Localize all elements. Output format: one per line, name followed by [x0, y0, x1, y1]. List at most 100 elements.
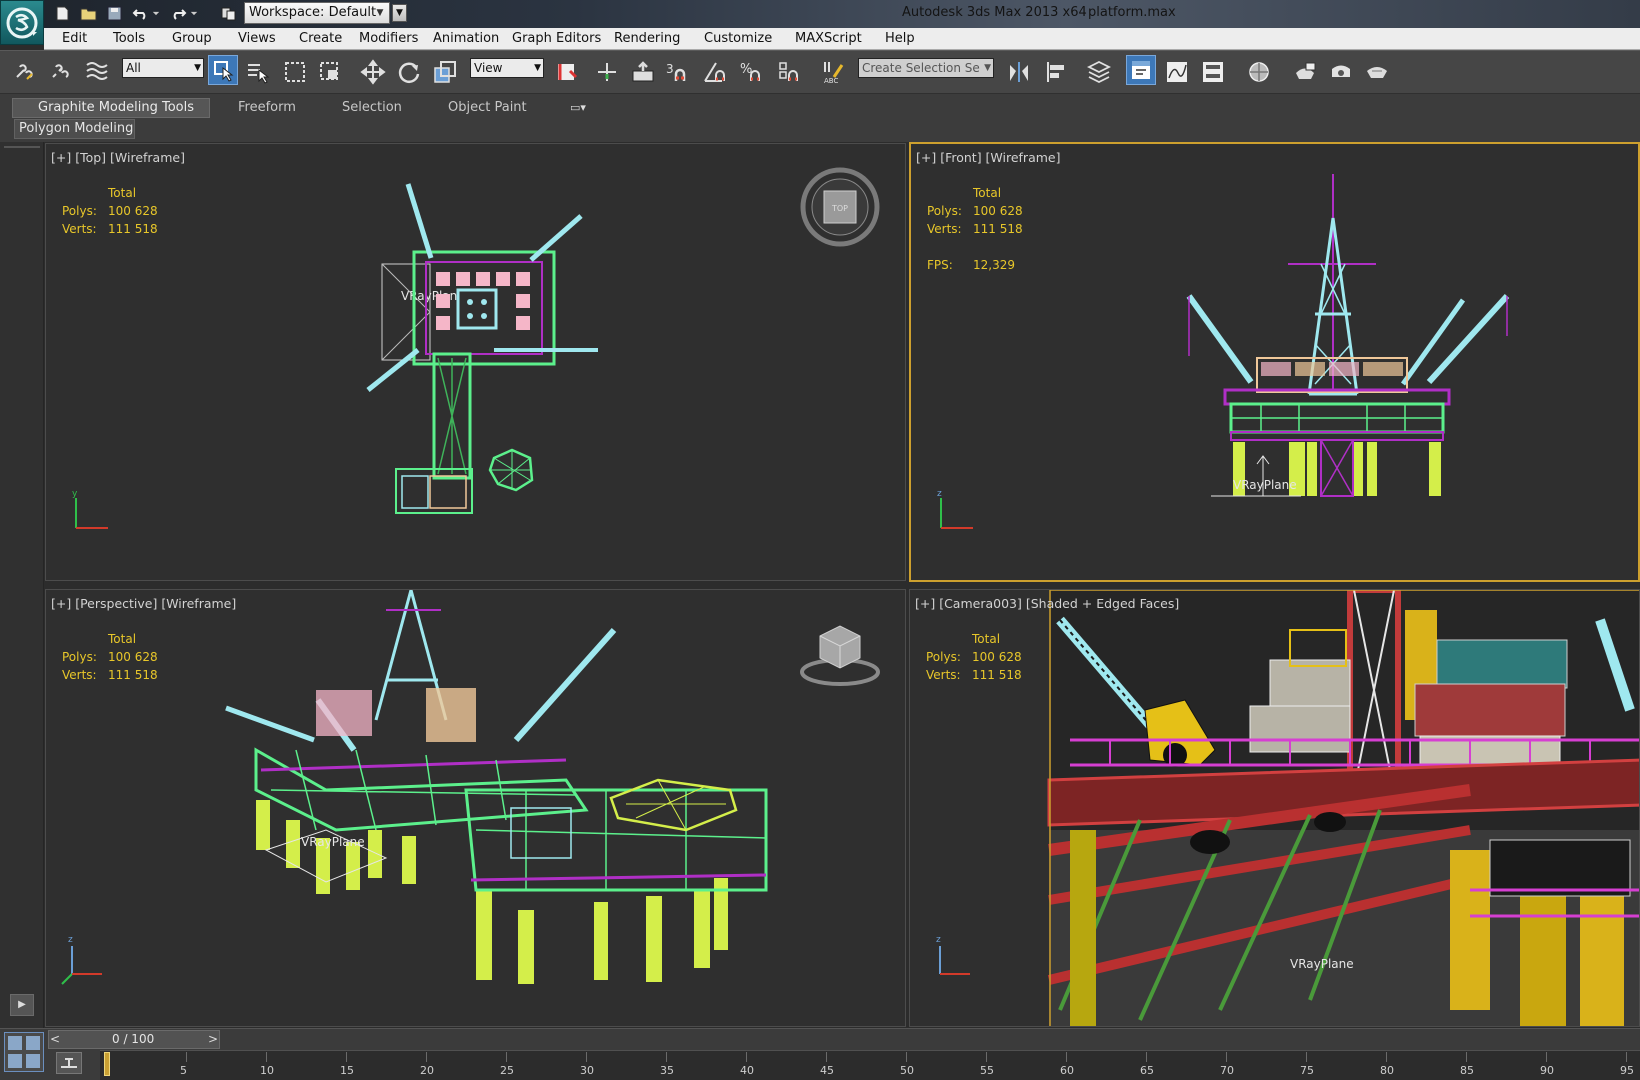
timeline-tick-line: [826, 1052, 827, 1062]
vrayplane-label: VRayPlane: [401, 289, 465, 303]
axis-tripod: z: [61, 935, 102, 985]
tab-selection[interactable]: Selection: [342, 100, 402, 115]
workspace-label: Workspace: Default: [249, 5, 377, 20]
spinner-snap-icon[interactable]: [774, 57, 804, 87]
tab-object-paint[interactable]: Object Paint: [448, 100, 527, 115]
angle-snap-icon[interactable]: [700, 57, 730, 87]
menu-maxscript[interactable]: MAXScript: [795, 31, 862, 46]
timeline-track[interactable]: [100, 1050, 1640, 1080]
render-icon[interactable]: [1362, 57, 1392, 87]
select-object-icon[interactable]: [208, 55, 238, 85]
new-scene-icon[interactable]: [52, 3, 72, 23]
next-frame-button[interactable]: >: [206, 1032, 220, 1047]
viewport-layout-button[interactable]: [4, 1032, 44, 1072]
timeline-tick-line: [266, 1052, 267, 1062]
undo-dropdown-icon[interactable]: [150, 3, 162, 23]
select-and-link-icon[interactable]: [10, 57, 40, 87]
undo-icon[interactable]: [130, 3, 150, 23]
menu-rendering[interactable]: Rendering: [614, 31, 680, 46]
timeline-tick-label: 55: [980, 1064, 994, 1077]
align-icon[interactable]: [1042, 57, 1072, 87]
timeline-tick-label: 30: [580, 1064, 594, 1077]
ribbon-minimize-toggle-icon[interactable]: ▭▾: [570, 101, 586, 114]
viewport-front[interactable]: [+] [Front] [Wireframe] Total Polys: 100 …: [909, 142, 1640, 582]
render-setup-icon[interactable]: [1290, 57, 1320, 87]
save-file-icon[interactable]: [104, 3, 124, 23]
menu-tools[interactable]: Tools: [113, 31, 145, 46]
timeline-tick-label: 90: [1540, 1064, 1554, 1077]
menu-graph-editors[interactable]: Graph Editors: [512, 31, 601, 46]
viewport-camera[interactable]: VRayPlane z [+] [Camera003] [Shaded + Ed…: [909, 589, 1640, 1027]
time-marker[interactable]: [104, 1052, 110, 1076]
material-editor-icon[interactable]: [1244, 57, 1274, 87]
application-menu-button[interactable]: [0, 0, 44, 45]
percent-snap-icon[interactable]: %: [737, 57, 767, 87]
viewport-layout-strip: [0, 142, 44, 1042]
timeline-tick-label: 45: [820, 1064, 834, 1077]
select-and-scale-icon[interactable]: [430, 57, 460, 87]
workspace-dropdown[interactable]: Workspace: Default ▼: [244, 2, 390, 24]
menu-create[interactable]: Create: [299, 31, 342, 46]
select-and-move-icon[interactable]: [358, 57, 388, 87]
bind-to-space-warp-icon[interactable]: [82, 57, 112, 87]
viewport-label[interactable]: [+] [Camera003] [Shaded + Edged Faces]: [915, 596, 1179, 611]
svg-text:y: y: [72, 489, 78, 499]
menu-views[interactable]: Views: [238, 31, 276, 46]
viewport-stats: Total Polys: 100 628 Verts: 111 518: [926, 630, 1022, 684]
menu-edit[interactable]: Edit: [62, 31, 87, 46]
expand-layout-tab-icon[interactable]: ▶: [10, 994, 34, 1016]
redo-icon[interactable]: [168, 3, 188, 23]
menu-help[interactable]: Help: [885, 31, 915, 46]
graphite-toggle-icon[interactable]: [1126, 55, 1156, 85]
timeline-tick-label: 85: [1460, 1064, 1474, 1077]
tab-freeform[interactable]: Freeform: [238, 100, 296, 115]
timeline-tick-line: [1306, 1052, 1307, 1062]
schematic-view-icon[interactable]: [1198, 57, 1228, 87]
keyboard-shortcut-icon[interactable]: [628, 57, 658, 87]
named-selection-input[interactable]: Create Selection Se ▼: [858, 58, 994, 78]
reference-coordinate-value: View: [474, 61, 503, 75]
snaps-toggle-icon[interactable]: 3: [662, 57, 692, 87]
vrayplane-label: VRayPlane: [1233, 478, 1297, 492]
rendered-frame-icon[interactable]: [1326, 57, 1356, 87]
timeline-tick-line: [986, 1052, 987, 1062]
chevron-down-icon: ▼: [984, 63, 991, 73]
viewcube-perspective[interactable]: [800, 625, 880, 686]
svg-text:ABC: ABC: [824, 77, 838, 85]
select-manipulate-icon[interactable]: [592, 57, 622, 87]
mirror-icon[interactable]: [1004, 57, 1034, 87]
selection-filter-dropdown[interactable]: All ▼: [122, 58, 204, 78]
polygon-modeling-panel[interactable]: Polygon Modeling: [14, 119, 135, 139]
open-file-icon[interactable]: [78, 3, 98, 23]
key-mode-icon[interactable]: [56, 1052, 82, 1074]
layer-manager-icon[interactable]: [1084, 57, 1114, 87]
menu-group[interactable]: Group: [172, 31, 212, 46]
use-pivot-icon[interactable]: [552, 57, 582, 87]
timeline-tick-line: [186, 1052, 187, 1062]
viewport-top[interactable]: [+] [Top] [Wireframe] Total Polys: 100 62…: [45, 143, 906, 581]
timeline-tick-label: 15: [340, 1064, 354, 1077]
timeline-tick-line: [1066, 1052, 1067, 1062]
timeline-tick-label: 60: [1060, 1064, 1074, 1077]
unlink-icon[interactable]: [46, 57, 76, 87]
edit-named-selection-icon[interactable]: ABC: [818, 57, 848, 87]
menu-animation[interactable]: Animation: [433, 31, 499, 46]
previous-frame-button[interactable]: <: [48, 1032, 62, 1047]
rectangular-selection-icon[interactable]: [280, 57, 310, 87]
menu-modifiers[interactable]: Modifiers: [359, 31, 418, 46]
redo-dropdown-icon[interactable]: [188, 3, 200, 23]
reference-coordinate-dropdown[interactable]: View ▼: [470, 58, 544, 78]
named-selection-placeholder: Create Selection Se: [862, 61, 980, 75]
viewcube-top[interactable]: TOP: [800, 167, 880, 247]
viewport-perspective[interactable]: [+] [Perspective] [Wireframe] Total Poly…: [45, 589, 906, 1027]
select-by-name-icon[interactable]: [243, 57, 273, 87]
axis-tripod: z: [937, 489, 973, 529]
window-crossing-icon[interactable]: [315, 57, 345, 87]
vrayplane-label: VRayPlane: [301, 835, 365, 849]
quick-access-customize-button[interactable]: ▼: [392, 4, 407, 22]
select-and-rotate-icon[interactable]: [394, 57, 424, 87]
curve-editor-icon[interactable]: [1162, 57, 1192, 87]
menu-customize[interactable]: Customize: [704, 31, 772, 46]
3ds-max-window: Workspace: Default ▼ ▼ Autodesk 3ds Max 2…: [0, 0, 1640, 1080]
project-folder-icon[interactable]: [218, 3, 238, 23]
